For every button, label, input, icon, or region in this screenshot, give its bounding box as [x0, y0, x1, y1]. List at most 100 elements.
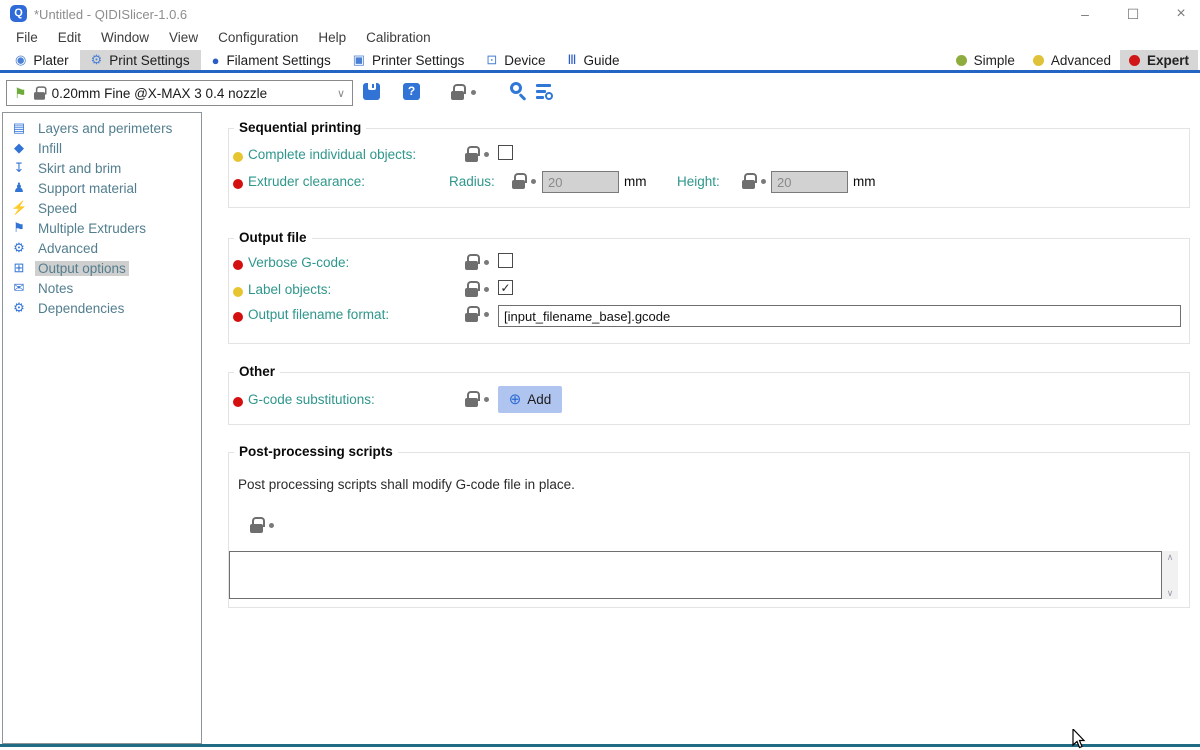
tab-label: Plater — [33, 53, 68, 68]
sidebar-item-label: Layers and perimeters — [35, 121, 175, 136]
gcode-substitutions-label: G-code substitutions: — [248, 392, 375, 407]
lock-icon[interactable] — [465, 146, 478, 162]
label-objects-checkbox[interactable]: ✓ — [498, 280, 513, 295]
mode-simple[interactable]: Simple — [947, 50, 1024, 70]
lock-icon[interactable] — [465, 391, 478, 407]
tab-label: Printer Settings — [372, 53, 464, 68]
tab-printer-settings[interactable]: ▣ Printer Settings — [342, 50, 476, 70]
height-input[interactable] — [771, 171, 848, 193]
menu-calibration[interactable]: Calibration — [356, 28, 441, 50]
section-output-file: Output file Verbose G-code: Label object… — [228, 238, 1190, 344]
minimize-button[interactable]: – — [1074, 4, 1096, 24]
lock-icon[interactable] — [250, 517, 263, 533]
window-bottom-edge — [0, 744, 1200, 747]
section-post-processing-scripts: Post-processing scripts Post processing … — [228, 452, 1190, 608]
printer-icon: ▣ — [353, 52, 365, 68]
dependencies-icon: ⚙ — [11, 300, 27, 316]
sidebar-item-label: Speed — [35, 201, 80, 216]
lock-icon[interactable] — [465, 254, 478, 270]
post-processing-scripts-textarea[interactable] — [229, 551, 1162, 599]
modified-value-dot-icon — [233, 312, 243, 322]
save-preset-button[interactable] — [363, 83, 380, 100]
tab-print-settings[interactable]: ⚙ Print Settings — [80, 50, 201, 70]
gear-icon: ⚙ — [91, 52, 103, 68]
mode-advanced[interactable]: Advanced — [1024, 50, 1120, 70]
section-title: Other — [234, 364, 280, 379]
menu-help[interactable]: Help — [308, 28, 356, 50]
help-button[interactable]: ? — [403, 83, 420, 100]
sidebar-item-output-options[interactable]: ⊞ Output options — [3, 258, 201, 278]
lock-icon[interactable] — [465, 281, 478, 297]
lock-icon[interactable] — [512, 173, 525, 189]
sidebar-item-skirt-and-brim[interactable]: ↧ Skirt and brim — [3, 158, 201, 178]
sidebar-item-label: Dependencies — [35, 301, 127, 316]
app-logo-icon: Q — [10, 5, 27, 22]
mode-label: Simple — [974, 53, 1015, 68]
tab-guide[interactable]: Ⅲ Guide — [557, 50, 631, 70]
post-processing-note: Post processing scripts shall modify G-c… — [238, 477, 575, 492]
sidebar-item-multiple-extruders[interactable]: ⚑ Multiple Extruders — [3, 218, 201, 238]
tab-device[interactable]: ⊡ Device — [475, 50, 556, 70]
menu-bar: File Edit Window View Configuration Help… — [0, 28, 441, 50]
close-button[interactable]: × — [1170, 4, 1192, 24]
add-substitution-button[interactable]: ⊕ Add — [498, 386, 562, 413]
sidebar-item-infill[interactable]: ◆ Infill — [3, 138, 201, 158]
sidebar-item-notes[interactable]: ✉ Notes — [3, 278, 201, 298]
complete-objects-checkbox[interactable] — [498, 145, 513, 160]
lock-icon[interactable] — [451, 84, 464, 100]
extruders-icon: ⚑ — [11, 220, 27, 236]
filament-icon: ● — [212, 53, 220, 68]
add-button-label: Add — [527, 392, 551, 407]
verbose-gcode-checkbox[interactable] — [498, 253, 513, 268]
height-label: Height: — [677, 174, 720, 189]
output-filename-input[interactable] — [498, 305, 1181, 327]
menu-configuration[interactable]: Configuration — [208, 28, 308, 50]
tab-bar: ◉ Plater ⚙ Print Settings ● Filament Set… — [0, 50, 1200, 73]
sidebar-item-advanced[interactable]: ⚙ Advanced — [3, 238, 201, 258]
guide-icon: Ⅲ — [568, 52, 577, 68]
advanced-icon: ⚙ — [11, 240, 27, 256]
support-icon: ♟ — [11, 180, 27, 196]
lock-icon[interactable] — [465, 306, 478, 322]
scrollbar[interactable]: ∧ ∨ — [1162, 551, 1178, 599]
sidebar-item-label: Multiple Extruders — [35, 221, 149, 236]
complete-objects-label: Complete individual objects: — [248, 147, 416, 162]
verbose-gcode-label: Verbose G-code: — [248, 255, 349, 270]
sidebar-item-label: Output options — [35, 261, 129, 276]
title-bar: Q *Untitled - QIDISlicer-1.0.6 – ☐ × — [0, 0, 1200, 28]
compare-presets-button[interactable] — [536, 83, 553, 100]
maximize-button[interactable]: ☐ — [1122, 4, 1144, 24]
tab-label: Device — [504, 53, 545, 68]
tab-plater[interactable]: ◉ Plater — [4, 50, 80, 70]
search-button[interactable] — [510, 82, 522, 94]
lock-icon[interactable] — [742, 173, 755, 189]
sidebar-item-label: Support material — [35, 181, 140, 196]
mode-expert[interactable]: Expert — [1120, 50, 1198, 70]
mode-label: Expert — [1147, 53, 1189, 68]
sidebar-item-layers-and-perimeters[interactable]: ▤ Layers and perimeters — [3, 118, 201, 138]
checkmark-icon: ✓ — [500, 281, 510, 295]
plus-circle-icon: ⊕ — [509, 392, 522, 407]
scroll-down-icon[interactable]: ∨ — [1167, 587, 1174, 599]
menu-file[interactable]: File — [6, 28, 48, 50]
menu-window[interactable]: Window — [91, 28, 159, 50]
plater-icon: ◉ — [15, 52, 26, 68]
sidebar-item-speed[interactable]: ⚡ Speed — [3, 198, 201, 218]
menu-view[interactable]: View — [159, 28, 208, 50]
tab-filament-settings[interactable]: ● Filament Settings — [201, 50, 342, 70]
radius-label: Radius: — [449, 174, 495, 189]
speed-icon: ⚡ — [11, 200, 27, 216]
preset-combobox[interactable]: ⚑ 0.20mm Fine @X-MAX 3 0.4 nozzle ∨ — [6, 80, 353, 106]
sidebar-item-support-material[interactable]: ♟ Support material — [3, 178, 201, 198]
mouse-cursor — [1072, 729, 1086, 750]
height-unit: mm — [853, 174, 876, 189]
radius-input[interactable] — [542, 171, 619, 193]
infill-icon: ◆ — [11, 140, 27, 156]
section-title: Sequential printing — [234, 120, 366, 135]
system-value-dot-icon — [233, 152, 243, 162]
sidebar-item-dependencies[interactable]: ⚙ Dependencies — [3, 298, 201, 318]
section-title: Post-processing scripts — [234, 444, 398, 459]
menu-edit[interactable]: Edit — [48, 28, 91, 50]
window-title: *Untitled - QIDISlicer-1.0.6 — [34, 7, 187, 22]
scroll-up-icon[interactable]: ∧ — [1167, 551, 1174, 563]
